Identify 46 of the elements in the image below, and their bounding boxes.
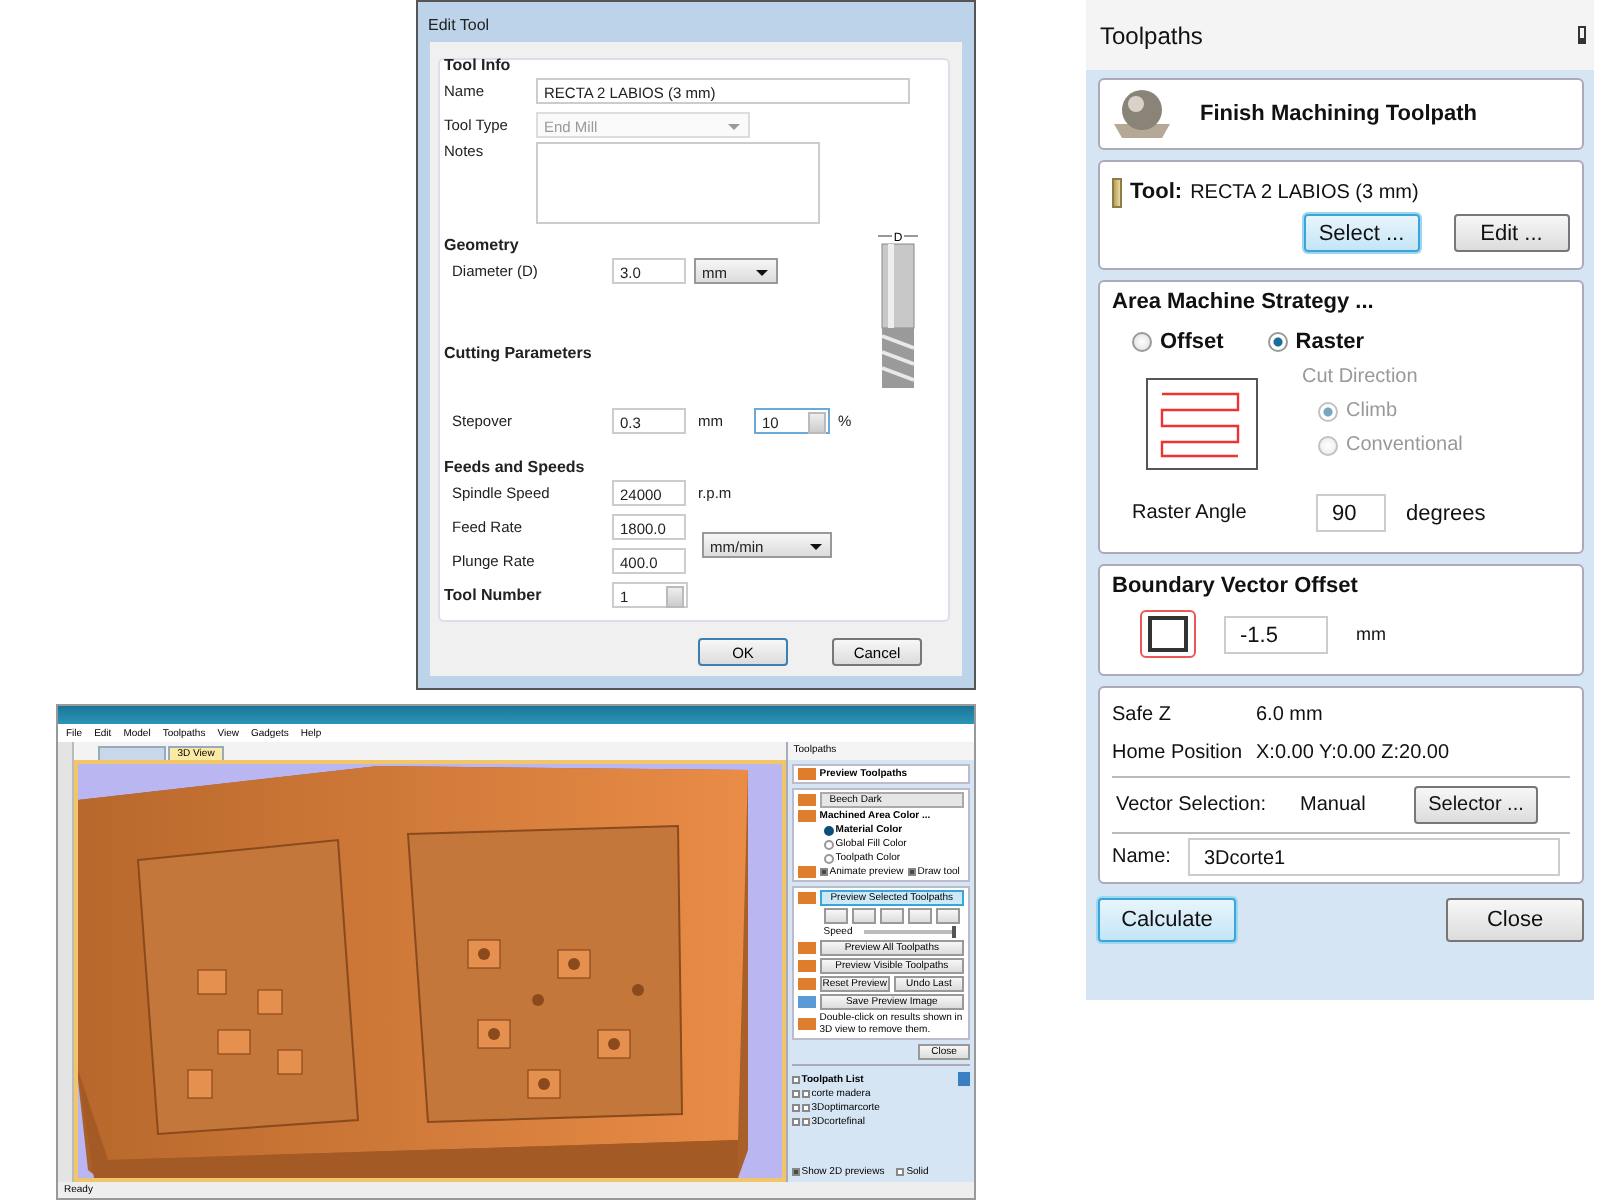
panel-title: Toolpaths bbox=[1100, 21, 1203, 49]
boundary-offset-field[interactable]: -1.5 bbox=[1224, 615, 1328, 653]
pin-icon[interactable] bbox=[1578, 26, 1586, 44]
section-heading: Boundary Vector Offset bbox=[1112, 574, 1360, 598]
section-heading: Tool Info bbox=[444, 56, 513, 74]
field-label: Raster Angle bbox=[1132, 502, 1249, 524]
field-label: Vector Selection: bbox=[1116, 794, 1269, 816]
toolpath-type-title: Finish Machining Toolpath bbox=[1200, 102, 1478, 126]
spinner-arrows-icon bbox=[666, 586, 684, 608]
vector-selection-value: Manual bbox=[1300, 794, 1368, 816]
tool-bit-icon bbox=[1112, 177, 1122, 207]
toolpath-name-field[interactable]: 3Dcorte1 bbox=[1188, 838, 1560, 876]
edit-button[interactable]: Edit ... bbox=[1453, 214, 1570, 252]
unit-label: degrees bbox=[1406, 501, 1486, 525]
strategy-radio[interactable]: Raster bbox=[1267, 330, 1365, 354]
field-label: Name: bbox=[1112, 846, 1173, 868]
spinner-arrows-icon bbox=[808, 412, 826, 434]
select-button[interactable]: Select ... bbox=[1304, 214, 1419, 252]
safe-z-value: 6.0 mm bbox=[1256, 704, 1323, 726]
slider-thumb[interactable] bbox=[951, 926, 956, 938]
home-position-value: X:0.00 Y:0.00 Z:20.00 bbox=[1256, 742, 1450, 764]
tool-label: Tool: bbox=[1130, 180, 1183, 204]
caret-icon bbox=[756, 270, 768, 276]
field-label: Safe Z bbox=[1112, 704, 1173, 726]
unit-label: mm bbox=[1356, 624, 1386, 644]
document-tab[interactable] bbox=[97, 746, 166, 760]
field-label: Home Position bbox=[1112, 742, 1245, 764]
raster-angle-field[interactable]: 90 bbox=[1316, 494, 1386, 532]
tool-name: RECTA 2 LABIOS (3 mm) bbox=[1190, 181, 1419, 203]
cut-direction-label: Cut Direction bbox=[1302, 366, 1420, 388]
notes-field[interactable] bbox=[536, 142, 820, 224]
section-heading: Area Machine Strategy ... bbox=[1112, 290, 1376, 314]
dialog-title: Edit Tool bbox=[426, 14, 492, 38]
strategy-radio[interactable]: Offset bbox=[1132, 330, 1224, 354]
ball-mold-icon bbox=[1112, 88, 1172, 140]
caret-icon bbox=[810, 543, 822, 549]
selector-button[interactable]: Selector ... bbox=[1414, 786, 1538, 824]
section-heading: Cutting Parameters bbox=[444, 344, 594, 362]
calculate-button[interactable]: Calculate bbox=[1098, 898, 1236, 942]
boundary-square-icon[interactable] bbox=[1140, 610, 1196, 658]
raster-pattern-icon bbox=[1146, 378, 1258, 470]
caret-icon bbox=[728, 124, 740, 130]
section-heading: Feeds and Speeds bbox=[444, 458, 587, 476]
section-heading: Geometry bbox=[444, 236, 521, 254]
field-label: Tool Number bbox=[444, 586, 544, 604]
close-button[interactable]: Close bbox=[1446, 898, 1584, 942]
